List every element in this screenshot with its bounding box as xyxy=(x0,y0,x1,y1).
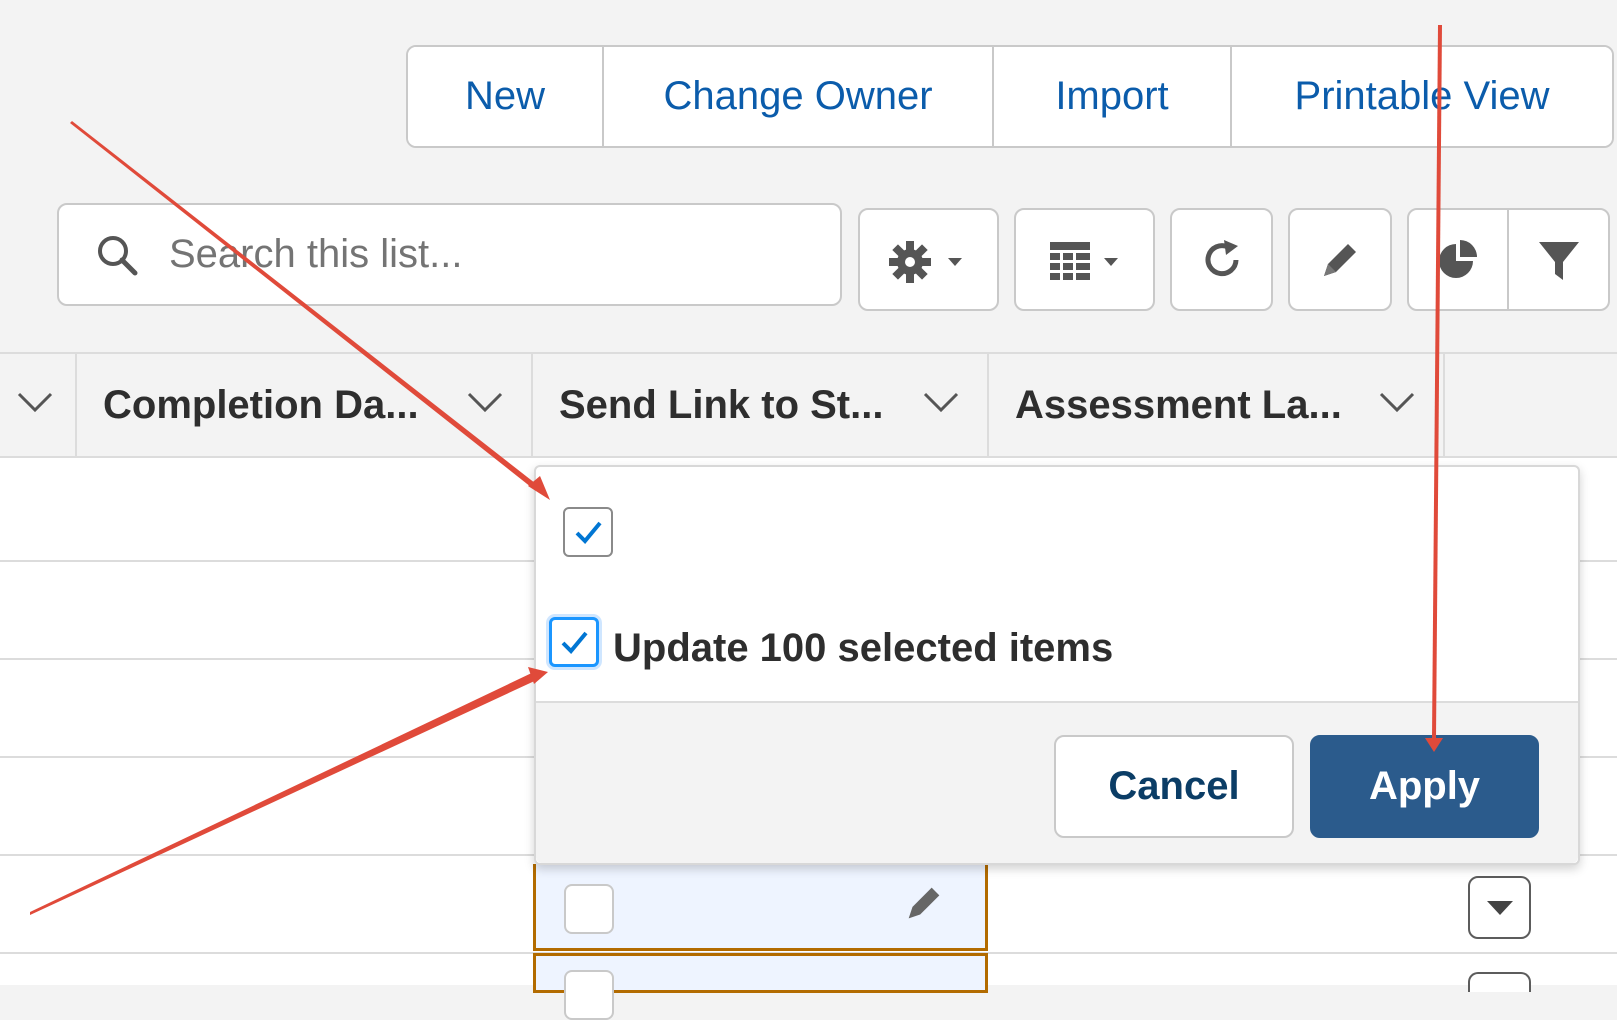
table-header: Completion Da... Send Link to St... Asse… xyxy=(0,352,1617,458)
table-row-edited-cell[interactable] xyxy=(533,953,988,1020)
refresh-icon xyxy=(1205,239,1238,276)
row-checkbox[interactable] xyxy=(564,884,614,934)
list-settings-button[interactable] xyxy=(858,208,999,311)
field-value-checkbox[interactable] xyxy=(563,507,613,557)
row-checkbox[interactable] xyxy=(564,970,614,1020)
change-owner-button[interactable]: Change Owner xyxy=(604,47,994,146)
column-header-previous[interactable] xyxy=(0,354,77,456)
caret-down-icon xyxy=(1486,900,1513,915)
bulk-update-label: Update 100 selected items xyxy=(613,626,1114,670)
column-header-send-link[interactable]: Send Link to St... xyxy=(533,354,989,456)
pencil-icon xyxy=(1324,243,1356,276)
settings-icon xyxy=(888,240,962,283)
printable-view-button[interactable]: Printable View xyxy=(1232,47,1612,146)
new-button[interactable]: New xyxy=(408,47,604,146)
chevron-down-icon[interactable] xyxy=(923,390,959,414)
apply-button[interactable]: Apply xyxy=(1310,735,1539,838)
bulk-update-checkbox[interactable] xyxy=(549,617,599,667)
search-input[interactable] xyxy=(167,231,787,278)
display-as-table-icon xyxy=(1049,241,1118,280)
checkmark-icon xyxy=(575,521,602,544)
column-header-assessment[interactable]: Assessment La... xyxy=(989,354,1445,456)
display-as-button[interactable] xyxy=(1014,208,1155,311)
filter-icon xyxy=(1538,241,1579,280)
pie-chart-icon xyxy=(1439,239,1477,278)
checkmark-icon xyxy=(561,631,588,654)
chevron-down-icon[interactable] xyxy=(467,390,503,414)
charts-button[interactable] xyxy=(1409,210,1509,309)
column-header-label: Send Link to St... xyxy=(559,382,884,427)
chart-filter-group xyxy=(1407,208,1610,311)
chevron-down-icon[interactable] xyxy=(17,390,53,414)
filter-button[interactable] xyxy=(1509,210,1608,309)
chevron-down-icon[interactable] xyxy=(1379,390,1415,414)
search-box[interactable] xyxy=(57,203,842,306)
pencil-icon[interactable] xyxy=(901,880,947,926)
list-actions-group: New Change Owner Import Printable View xyxy=(406,45,1614,148)
column-header-label: Completion Da... xyxy=(103,382,419,427)
row-action-dropdown[interactable] xyxy=(1468,972,1531,992)
import-button[interactable]: Import xyxy=(994,47,1232,146)
edit-list-button[interactable] xyxy=(1288,208,1392,311)
refresh-button[interactable] xyxy=(1170,208,1273,311)
table-row-edited-cell[interactable] xyxy=(533,864,988,951)
chevron-down-icon xyxy=(947,257,962,266)
cancel-button[interactable]: Cancel xyxy=(1054,735,1294,838)
search-icon xyxy=(98,235,138,275)
row-action-dropdown[interactable] xyxy=(1468,876,1531,939)
column-header-completion-date[interactable]: Completion Da... xyxy=(77,354,533,456)
column-header-label: Assessment La... xyxy=(1015,382,1342,427)
